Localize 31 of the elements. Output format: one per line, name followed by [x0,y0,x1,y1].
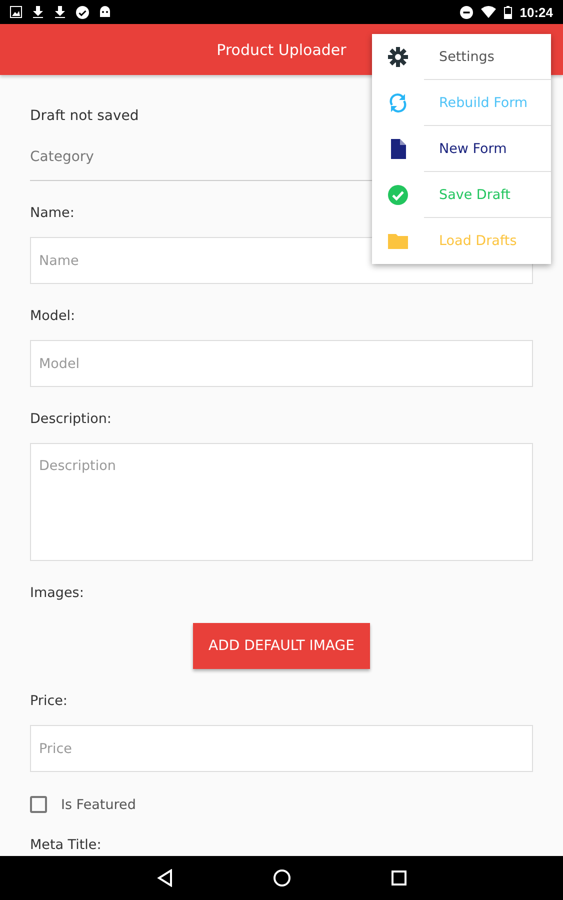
checkbox[interactable] [30,796,47,813]
field-label: Name: [30,205,74,223]
menu-item[interactable]: New Form [424,126,551,172]
clock: 10:24 [520,4,553,20]
input-field[interactable]: Model [30,340,533,387]
do-not-disturb-icon [460,6,473,18]
check-circle-icon [76,6,89,18]
app-title: Product Uploader [216,40,346,58]
download-icon [54,6,66,18]
battery-icon [504,6,512,18]
menu-item[interactable]: Settings [424,34,551,80]
back-icon[interactable] [156,869,172,887]
input-field[interactable]: Description [30,443,533,561]
settings-icon [387,46,409,68]
check-circle-icon [387,184,409,206]
field-label: Description: [30,411,112,429]
draft-status: Draft not saved [30,108,139,126]
field-label: Price: [30,693,68,711]
add-image-button[interactable]: ADD DEFAULT IMAGE [192,623,370,669]
recents-icon[interactable] [390,870,406,886]
input-field[interactable]: Price [30,725,533,772]
wifi-icon [480,6,496,18]
menu-item[interactable]: Save Draft [424,172,551,218]
image-icon [10,6,22,18]
home-icon[interactable] [272,869,290,887]
field-label: Images: [30,585,84,603]
download-icon [32,6,44,18]
checkbox-label: Is Featured [61,796,136,812]
refresh-icon [387,92,409,114]
field-label: Meta Title: [30,837,102,855]
field-label: Model: [30,308,76,326]
